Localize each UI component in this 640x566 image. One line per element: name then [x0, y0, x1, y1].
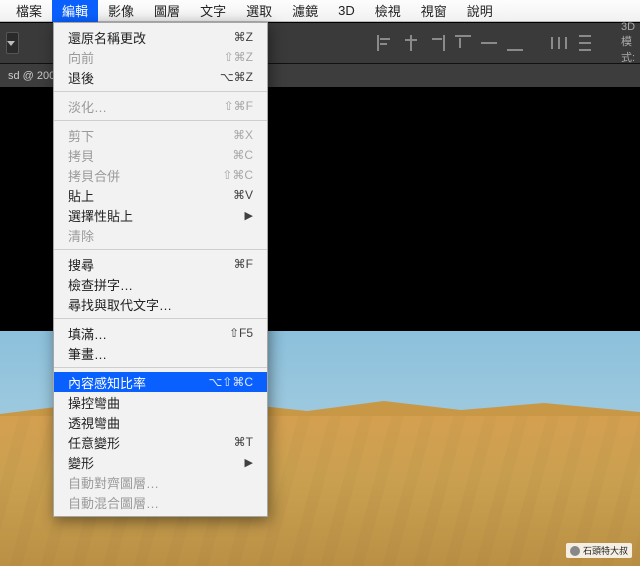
- menu-item-內容感知比率[interactable]: 內容感知比率 ⌥⇧⌘C: [54, 372, 267, 392]
- menu-item-label: 填滿…: [68, 324, 107, 343]
- menu-item-清除: 清除: [54, 225, 267, 245]
- menu-item-label: 檢查拼字…: [68, 275, 133, 294]
- shortcut-label: ⌘V: [193, 188, 253, 202]
- menu-item-拷貝: 拷貝 ⌘C: [54, 145, 267, 165]
- menu-separator: [54, 367, 267, 368]
- align-center-h-icon[interactable]: [403, 35, 419, 51]
- menubar: 檔案編輯影像圖層文字選取濾鏡3D檢視視窗說明: [0, 0, 640, 22]
- menu-item-淡化…: 淡化… ⇧⌘F: [54, 96, 267, 116]
- menu-圖層[interactable]: 圖層: [144, 0, 190, 22]
- shortcut-label: ⌘X: [193, 128, 253, 142]
- align-right-icon[interactable]: [429, 35, 445, 51]
- menu-item-label: 透視彎曲: [68, 413, 120, 432]
- submenu-arrow-icon: ▶: [193, 209, 253, 222]
- menu-item-label: 剪下: [68, 126, 94, 145]
- menu-item-變形[interactable]: 變形 ▶: [54, 452, 267, 472]
- shortcut-label: ⌘T: [193, 435, 253, 449]
- shortcut-label: ⌥⇧⌘C: [193, 375, 253, 389]
- mode3d-label: 3D 模式:: [621, 21, 635, 65]
- menu-separator: [54, 120, 267, 121]
- menu-item-拷貝合併: 拷貝合併 ⇧⌘C: [54, 165, 267, 185]
- menu-檔案[interactable]: 檔案: [6, 0, 52, 22]
- menu-3D[interactable]: 3D: [328, 1, 365, 20]
- shortcut-label: ⌘Z: [193, 30, 253, 44]
- menu-編輯[interactable]: 編輯: [52, 0, 98, 22]
- shortcut-label: ⇧⌘C: [193, 168, 253, 182]
- menu-item-label: 退後: [68, 68, 94, 87]
- align-center-v-icon[interactable]: [481, 35, 497, 51]
- menu-item-label: 選擇性貼上: [68, 206, 133, 225]
- menu-item-檢查拼字…[interactable]: 檢查拼字…: [54, 274, 267, 294]
- edit-menu-dropdown: 還原名稱更改 ⌘Z 向前 ⇧⌘Z 退後 ⌥⌘Z 淡化… ⇧⌘F 剪下 ⌘X 拷貝 ⌘C 拷貝合併 ⇧⌘C 貼…: [53, 22, 268, 517]
- menu-item-label: 尋找與取代文字…: [68, 295, 172, 314]
- menu-item-label: 貼上: [68, 186, 94, 205]
- shortcut-label: ⌘F: [193, 257, 253, 271]
- menu-item-任意變形[interactable]: 任意變形 ⌘T: [54, 432, 267, 452]
- menu-item-操控彎曲[interactable]: 操控彎曲: [54, 392, 267, 412]
- menu-separator: [54, 318, 267, 319]
- menu-item-label: 向前: [68, 48, 94, 67]
- menu-item-label: 拷貝: [68, 146, 94, 165]
- menu-文字[interactable]: 文字: [190, 0, 236, 22]
- menu-item-搜尋[interactable]: 搜尋 ⌘F: [54, 254, 267, 274]
- menu-item-label: 搜尋: [68, 255, 94, 274]
- menu-item-退後[interactable]: 退後 ⌥⌘Z: [54, 67, 267, 87]
- menu-item-label: 自動對齊圖層…: [68, 473, 159, 492]
- menu-item-label: 任意變形: [68, 433, 120, 452]
- menu-separator: [54, 91, 267, 92]
- align-top-icon[interactable]: [455, 35, 471, 51]
- menu-item-label: 自動混合圖層…: [68, 493, 159, 512]
- menu-item-label: 內容感知比率: [68, 373, 146, 392]
- menu-item-自動混合圖層…: 自動混合圖層…: [54, 492, 267, 512]
- layer-select[interactable]: [6, 32, 19, 54]
- menu-item-label: 淡化…: [68, 97, 107, 116]
- menu-濾鏡[interactable]: 濾鏡: [282, 0, 328, 22]
- menu-檢視[interactable]: 檢視: [365, 0, 411, 22]
- shortcut-label: ⇧⌘Z: [193, 50, 253, 64]
- menu-item-填滿…[interactable]: 填滿… ⇧F5: [54, 323, 267, 343]
- menu-item-剪下: 剪下 ⌘X: [54, 125, 267, 145]
- distribute-h-icon[interactable]: [551, 35, 567, 51]
- align-tools: [377, 35, 523, 51]
- menu-item-貼上[interactable]: 貼上 ⌘V: [54, 185, 267, 205]
- document-title: sd @ 200: [8, 70, 55, 82]
- menu-item-選擇性貼上[interactable]: 選擇性貼上 ▶: [54, 205, 267, 225]
- menu-item-透視彎曲[interactable]: 透視彎曲: [54, 412, 267, 432]
- menu-item-label: 清除: [68, 226, 94, 245]
- menu-item-筆畫…[interactable]: 筆畫…: [54, 343, 267, 363]
- menu-item-label: 拷貝合併: [68, 166, 120, 185]
- watermark-badge: 石頭特大叔: [566, 543, 632, 558]
- menu-item-向前: 向前 ⇧⌘Z: [54, 47, 267, 67]
- menu-item-label: 筆畫…: [68, 344, 107, 363]
- menu-影像[interactable]: 影像: [98, 0, 144, 22]
- shortcut-label: ⌘C: [193, 148, 253, 162]
- menu-說明[interactable]: 說明: [457, 0, 503, 22]
- align-left-icon[interactable]: [377, 35, 393, 51]
- distribute-v-icon[interactable]: [577, 35, 593, 51]
- distribute-tools: [551, 35, 593, 51]
- menu-separator: [54, 249, 267, 250]
- menu-item-還原名稱更改[interactable]: 還原名稱更改 ⌘Z: [54, 27, 267, 47]
- menu-item-label: 還原名稱更改: [68, 28, 146, 47]
- menu-item-label: 變形: [68, 453, 94, 472]
- submenu-arrow-icon: ▶: [193, 456, 253, 469]
- menu-item-自動對齊圖層…: 自動對齊圖層…: [54, 472, 267, 492]
- align-bottom-icon[interactable]: [507, 35, 523, 51]
- shortcut-label: ⇧F5: [193, 326, 253, 340]
- menu-選取[interactable]: 選取: [236, 0, 282, 22]
- menu-item-label: 操控彎曲: [68, 393, 120, 412]
- menu-視窗[interactable]: 視窗: [411, 0, 457, 22]
- shortcut-label: ⌥⌘Z: [193, 70, 253, 84]
- menu-item-尋找與取代文字…[interactable]: 尋找與取代文字…: [54, 294, 267, 314]
- shortcut-label: ⇧⌘F: [193, 99, 253, 113]
- chevron-down-icon: [7, 41, 15, 46]
